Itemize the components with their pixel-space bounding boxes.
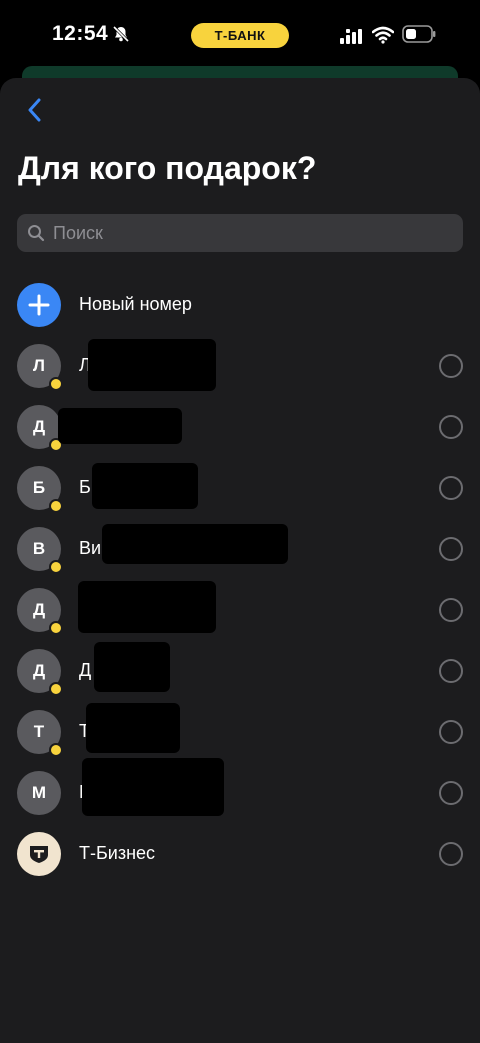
contact-row[interactable]: М М <box>0 758 480 823</box>
business-name: Т-Бизнес <box>79 843 156 863</box>
redaction-mark <box>58 408 182 444</box>
page-title: Для кого подарок? <box>18 150 317 186</box>
select-radio[interactable] <box>439 842 463 866</box>
wifi-icon <box>372 26 394 44</box>
contact-row[interactable]: Д Д <box>0 396 480 457</box>
contact-name: Д <box>79 660 92 680</box>
business-avatar <box>17 832 61 876</box>
redaction-mark <box>94 642 170 692</box>
status-time: 12:54 <box>52 22 109 45</box>
contact-row[interactable]: Б Б <box>0 457 480 518</box>
search-input[interactable] <box>51 221 463 245</box>
search-bar[interactable] <box>17 214 463 252</box>
online-indicator <box>49 743 63 757</box>
contact-avatar: М <box>17 771 61 815</box>
business-row[interactable]: Т-Бизнес <box>0 823 480 884</box>
online-indicator <box>49 682 63 696</box>
select-radio[interactable] <box>439 354 463 378</box>
online-indicator <box>49 499 63 513</box>
contact-row[interactable]: Д Д <box>0 640 480 701</box>
contact-row[interactable]: Л Лі <box>0 335 480 396</box>
contact-list: Новый номер Л Лі Д Д Б Б В Ви <box>0 274 480 884</box>
chevron-left-icon <box>28 98 41 122</box>
bell-slash-icon <box>112 25 130 43</box>
select-radio[interactable] <box>439 415 463 439</box>
redaction-mark <box>78 581 216 633</box>
recipient-sheet: Для кого подарок? Новый номер Л Лі <box>0 78 480 1043</box>
new-number-label: Новый номер <box>79 294 192 314</box>
select-radio[interactable] <box>439 781 463 805</box>
select-radio[interactable] <box>439 720 463 744</box>
online-indicator <box>49 377 63 391</box>
online-indicator <box>49 621 63 635</box>
back-button[interactable] <box>18 94 50 126</box>
search-icon <box>28 225 45 242</box>
contact-row[interactable]: В Ви <box>0 518 480 579</box>
redaction-mark <box>88 339 216 391</box>
contact-row[interactable]: Д <box>0 579 480 640</box>
select-radio[interactable] <box>439 659 463 683</box>
redaction-mark <box>102 524 288 564</box>
t-business-logo-icon <box>30 846 48 863</box>
online-indicator <box>49 560 63 574</box>
status-bar: 12:54 Т-БАНК <box>0 0 480 70</box>
redaction-mark <box>86 703 180 753</box>
carrier-pill[interactable]: Т-БАНК <box>191 23 289 48</box>
redaction-mark <box>82 758 224 816</box>
battery-icon <box>402 25 436 43</box>
redaction-mark <box>92 463 198 509</box>
plus-icon <box>28 294 50 316</box>
contact-name: Ви <box>79 538 102 558</box>
signal-icon <box>340 29 362 44</box>
select-radio[interactable] <box>439 537 463 561</box>
contact-name: Б <box>79 477 91 497</box>
new-number-row[interactable]: Новый номер <box>0 274 480 335</box>
contact-row[interactable]: Т Т <box>0 701 480 762</box>
select-radio[interactable] <box>439 476 463 500</box>
select-radio[interactable] <box>439 598 463 622</box>
add-contact-avatar <box>17 283 61 327</box>
